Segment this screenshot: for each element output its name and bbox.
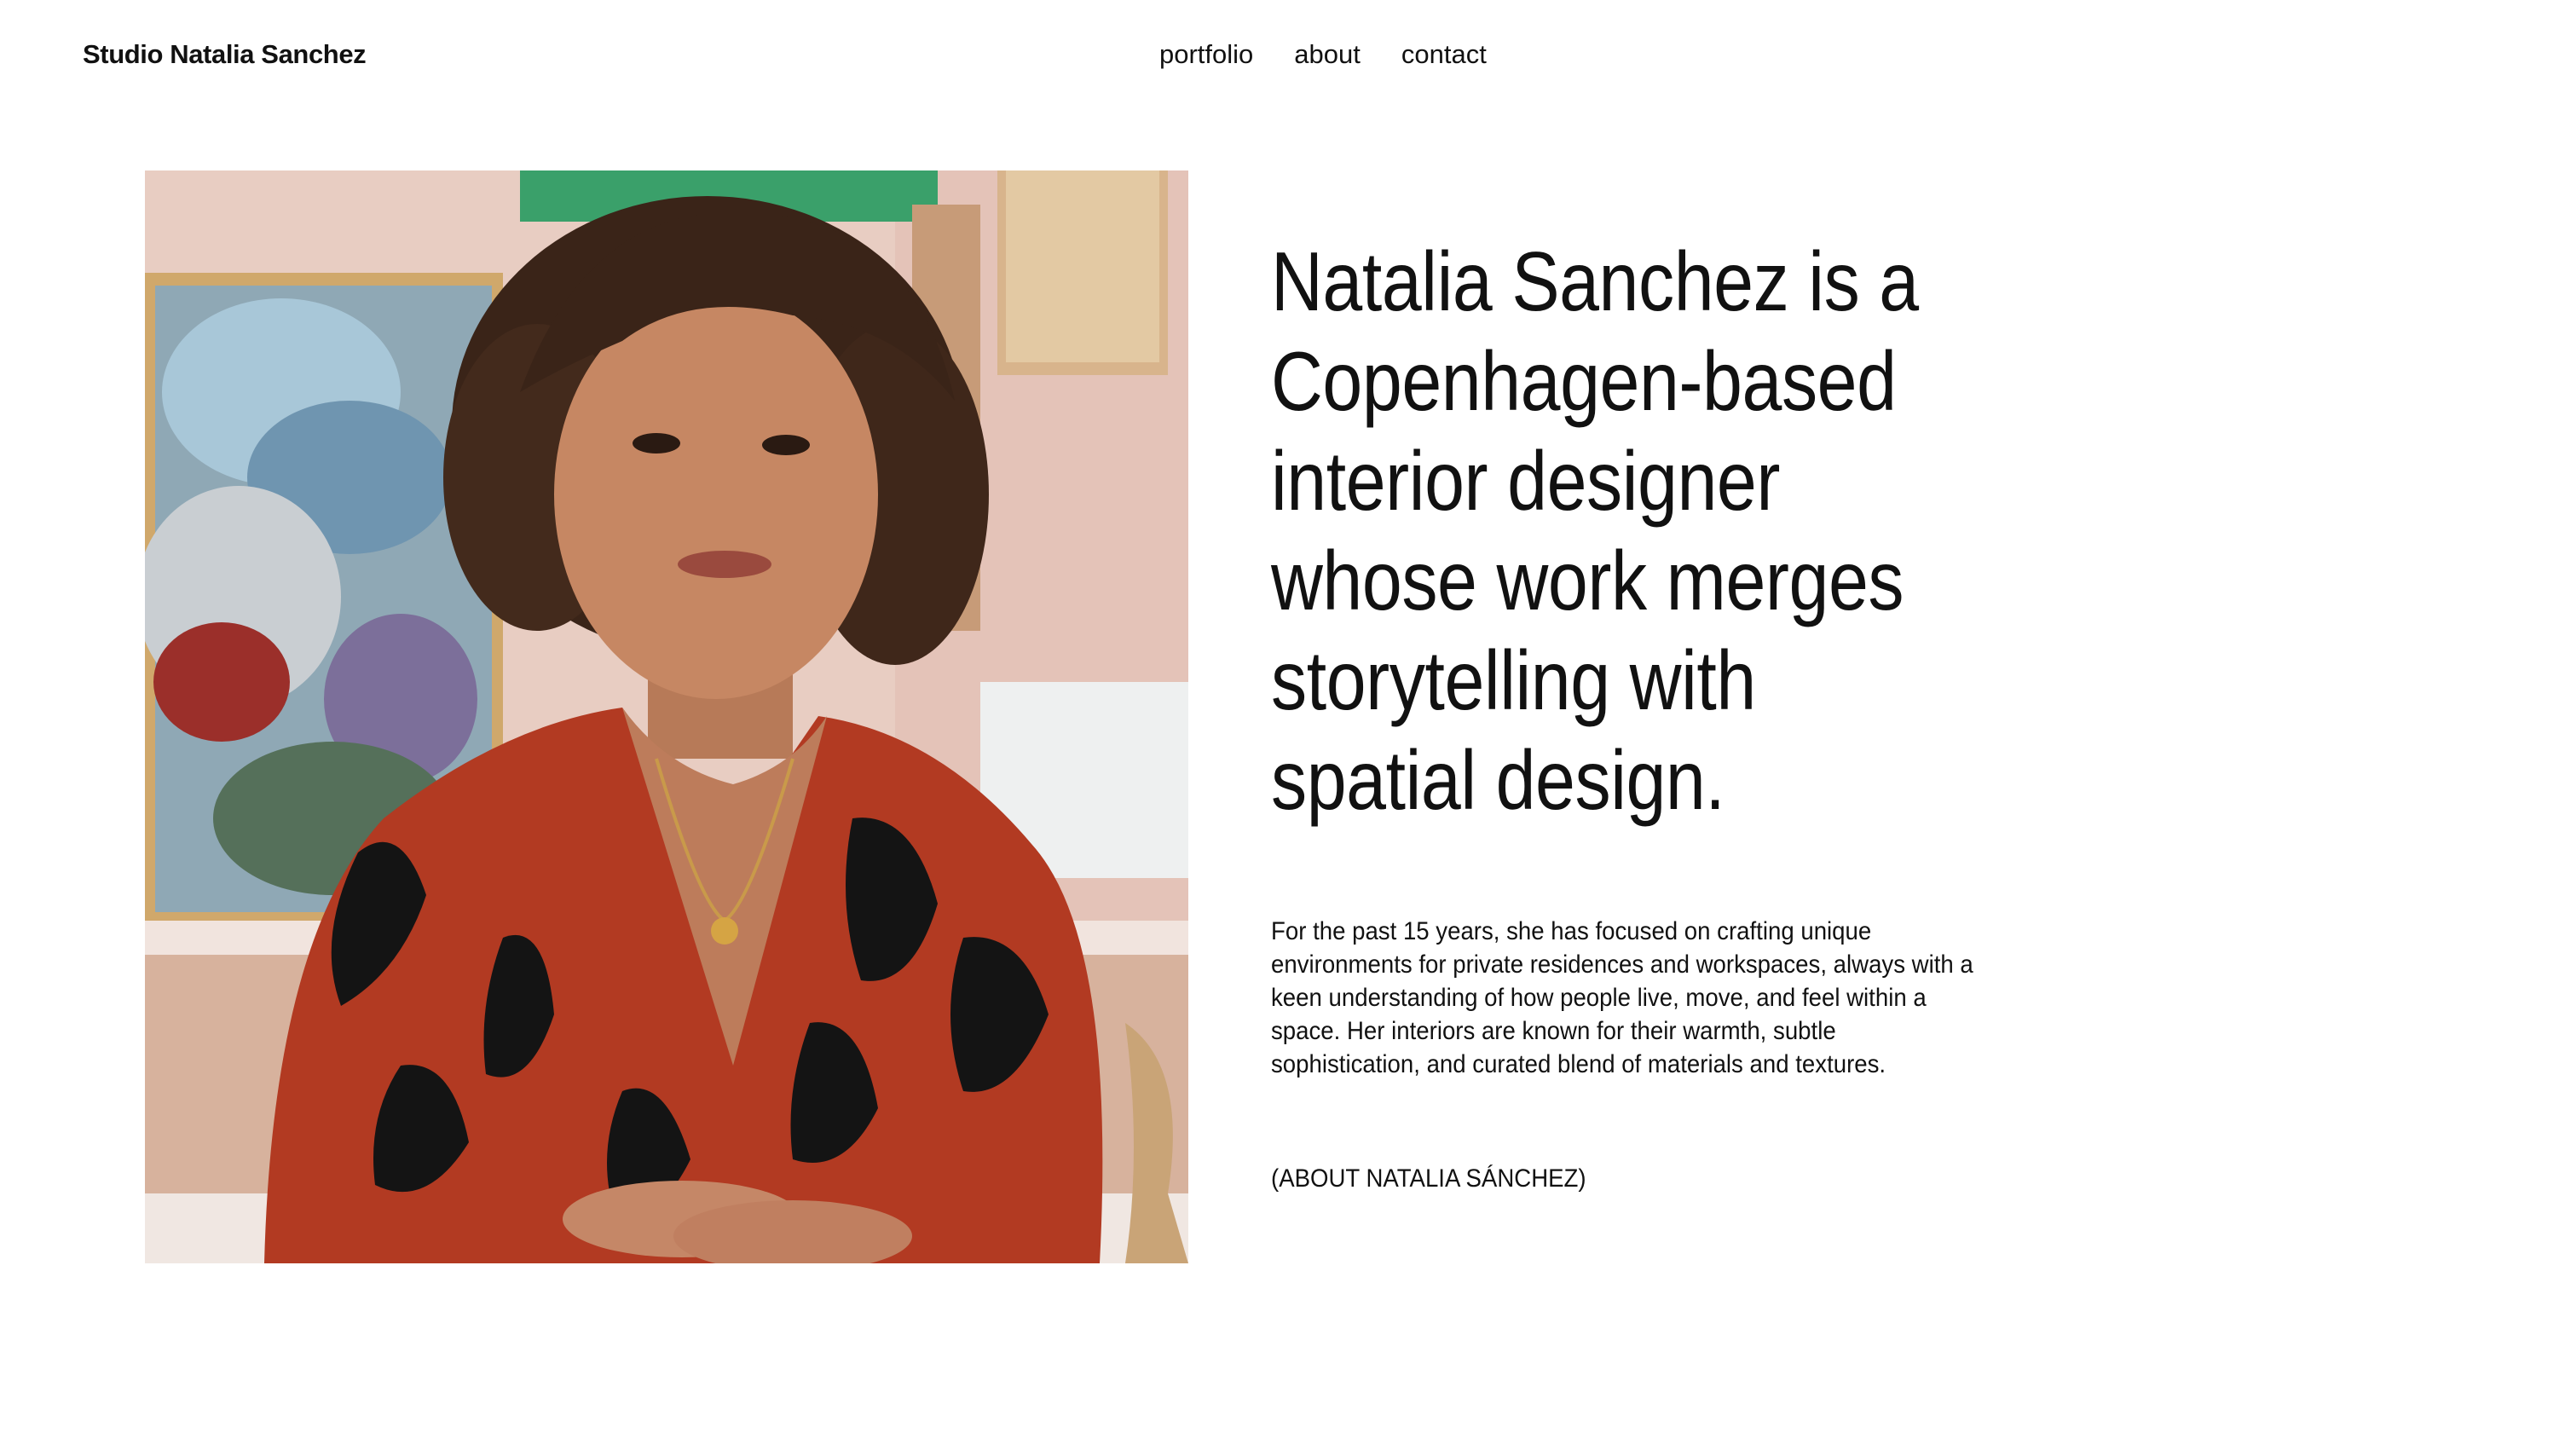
nav-contact[interactable]: contact bbox=[1401, 39, 1487, 70]
portrait-photo bbox=[145, 170, 1188, 1263]
about-natalia-link[interactable]: (ABOUT NATALIA SÁNCHEZ) bbox=[1271, 1164, 1586, 1193]
brand-logo[interactable]: Studio Natalia Sanchez bbox=[83, 39, 367, 70]
nav-about[interactable]: about bbox=[1294, 39, 1361, 70]
portrait-illustration bbox=[145, 170, 1188, 1263]
hero-description: For the past 15 years, she has focused o… bbox=[1271, 917, 1973, 1078]
nav-portfolio[interactable]: portfolio bbox=[1159, 39, 1253, 70]
hero-headline: Natalia Sanchez is a Copenhagen-based in… bbox=[1271, 234, 1919, 827]
main-nav: portfolio about contact bbox=[1159, 39, 1487, 70]
page: Studio Natalia Sanchez portfolio about c… bbox=[0, 0, 2571, 1456]
